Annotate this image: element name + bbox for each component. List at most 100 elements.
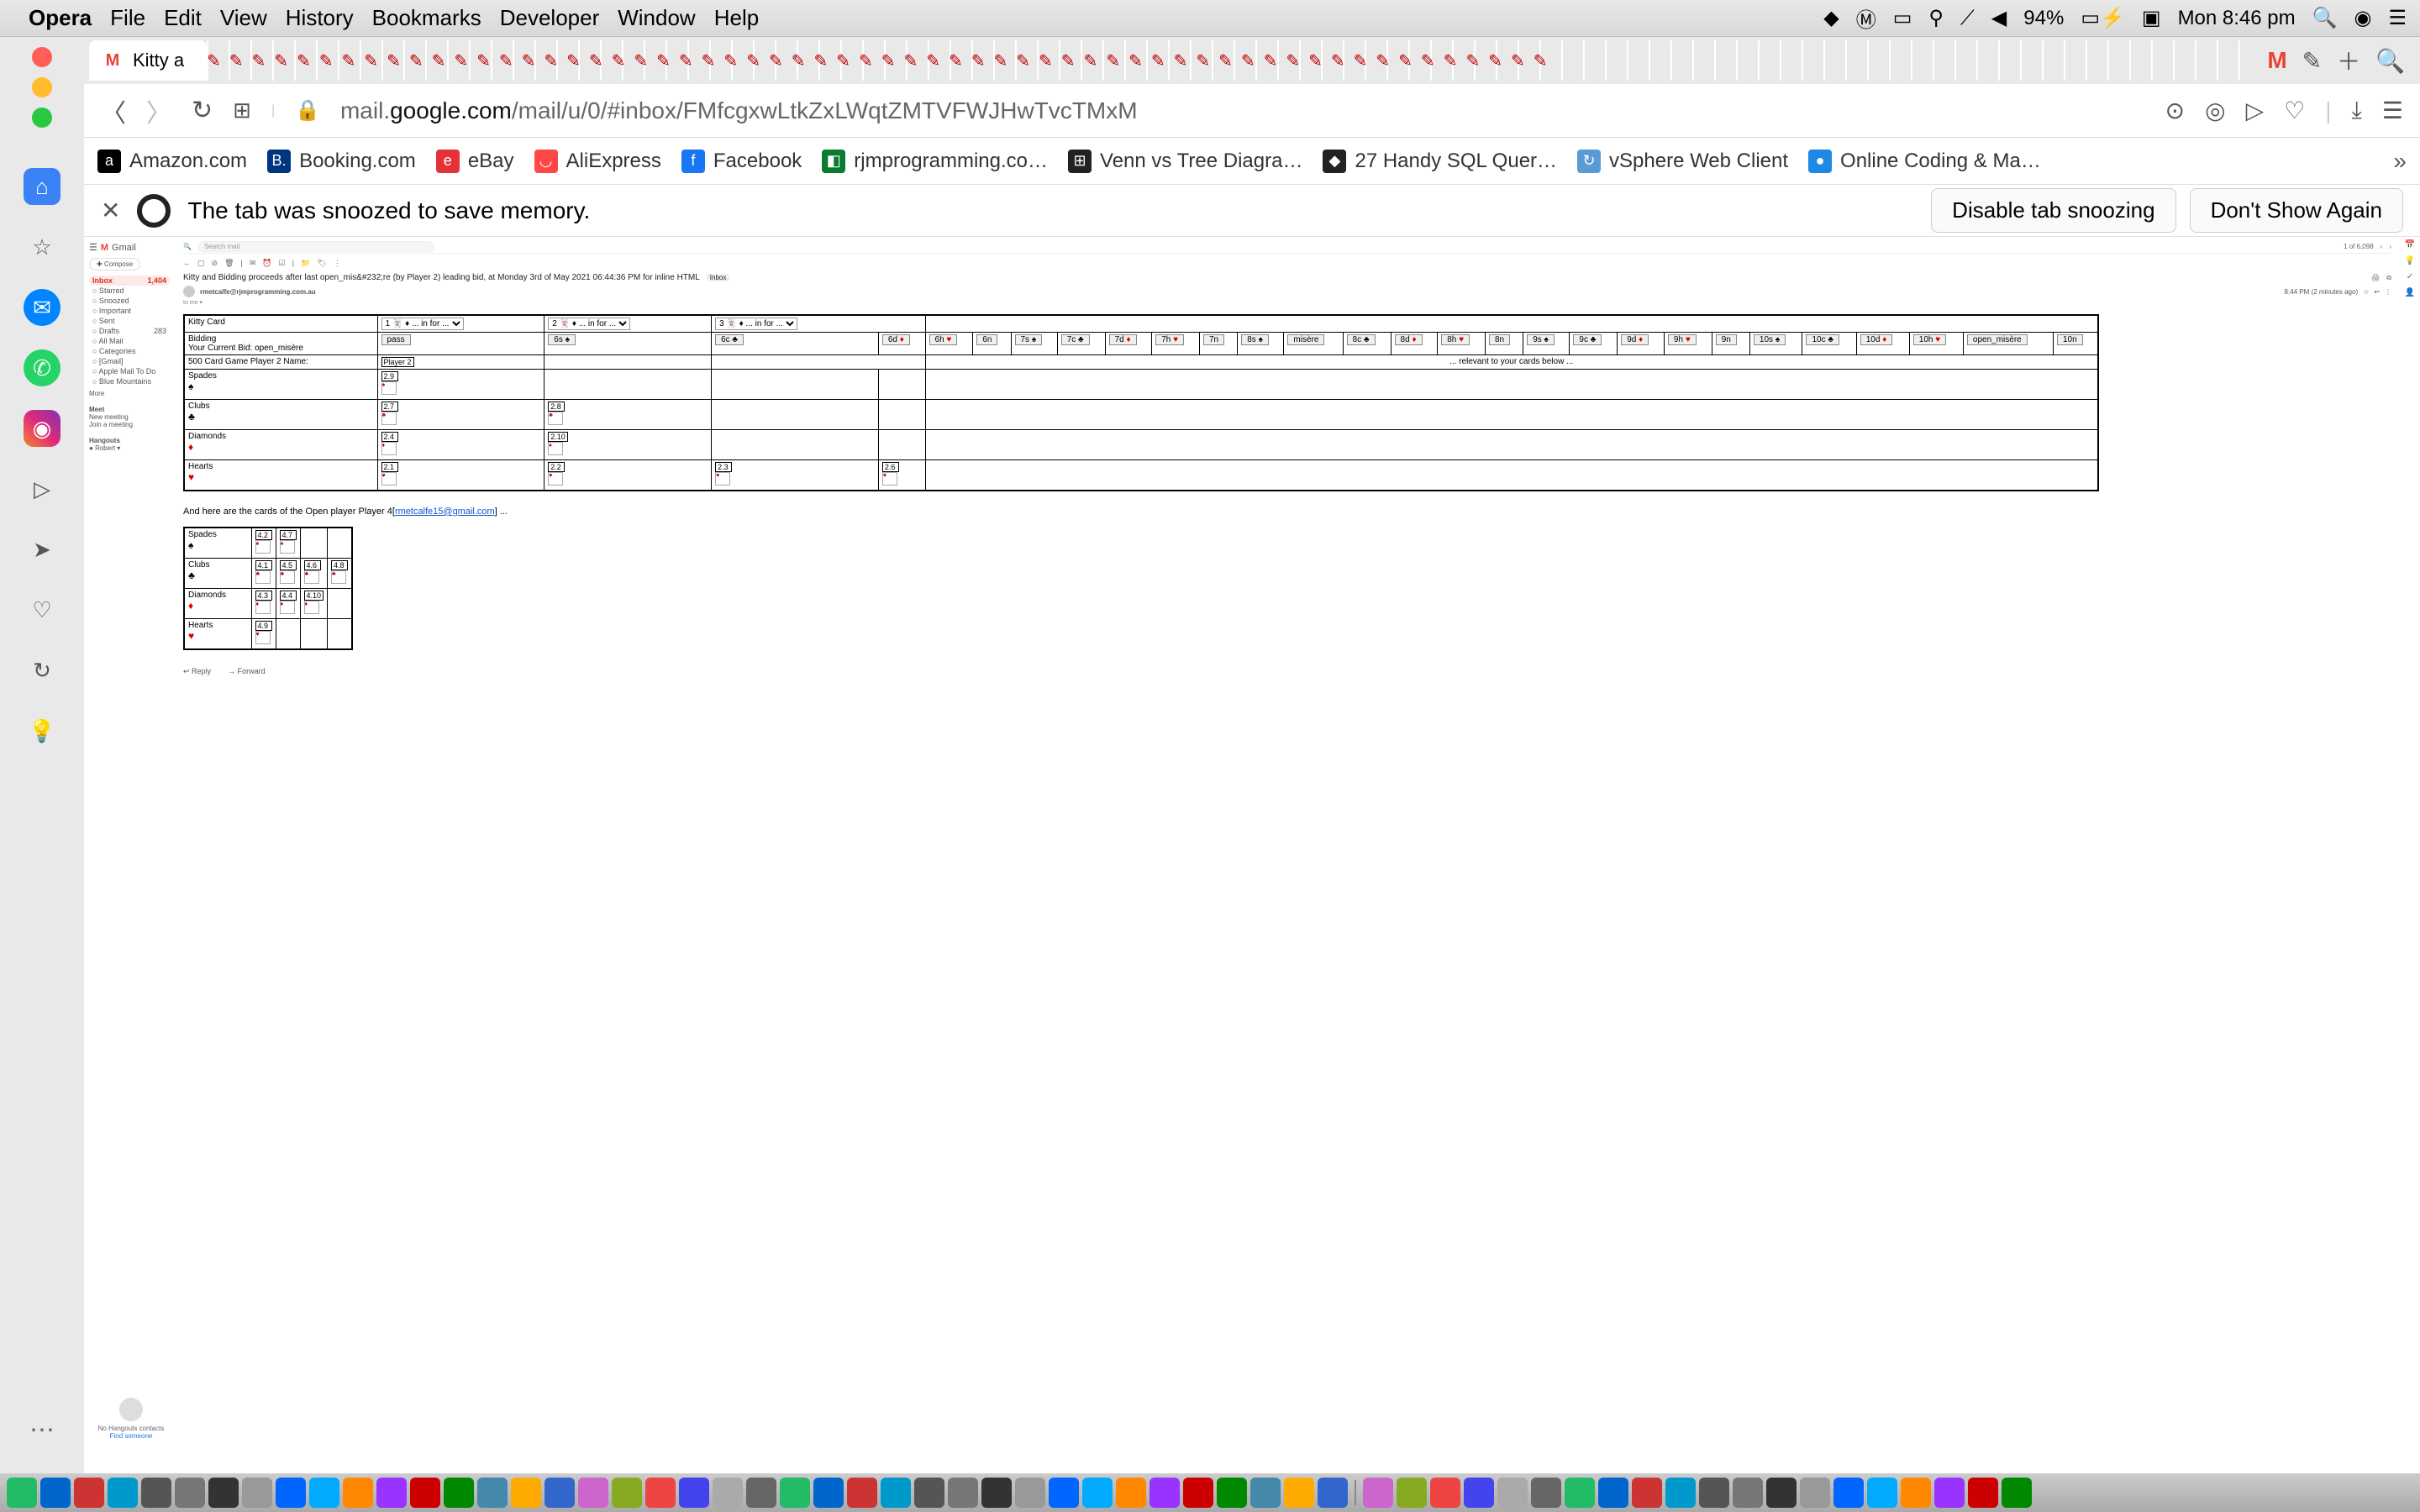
card-cell[interactable]: 2.1 bbox=[381, 462, 398, 472]
dock-app-icon[interactable] bbox=[544, 1478, 575, 1508]
snooze-icon[interactable]: ⏰ bbox=[262, 259, 271, 268]
bid-button[interactable]: 9c ♣ bbox=[1573, 334, 1602, 345]
dock-app-icon[interactable] bbox=[679, 1478, 709, 1508]
bookmark-item[interactable]: ●Online Coding & Ma… bbox=[1808, 150, 2041, 173]
bid-button[interactable]: misère bbox=[1287, 334, 1324, 345]
bookmark-item[interactable]: ◧rjmprogramming.co… bbox=[822, 150, 1048, 173]
menu-developer[interactable]: Developer bbox=[500, 5, 600, 31]
dock-app-icon[interactable] bbox=[645, 1478, 676, 1508]
dock-app-icon[interactable] bbox=[276, 1478, 306, 1508]
speeddial-icon[interactable]: ⊞ bbox=[233, 97, 251, 123]
bid-button[interactable]: 9d ♦ bbox=[1621, 334, 1649, 345]
more-icon[interactable]: ⋮ bbox=[334, 259, 341, 268]
bid-button[interactable]: 8n bbox=[1489, 334, 1510, 345]
gmail-folder[interactable]: ○ All Mail bbox=[89, 336, 170, 346]
more-folders[interactable]: More bbox=[89, 390, 170, 397]
dock-app-icon[interactable] bbox=[612, 1478, 642, 1508]
reload-button[interactable]: ↻ bbox=[192, 96, 213, 125]
menu-extra-icon[interactable]: ☰ bbox=[2388, 6, 2407, 30]
menu-help[interactable]: Help bbox=[714, 5, 759, 31]
bid-button[interactable]: 9h ♥ bbox=[1668, 334, 1697, 345]
dock-app-icon[interactable] bbox=[175, 1478, 205, 1508]
card-cell[interactable]: 4.4 bbox=[280, 591, 297, 601]
dont-show-again-button[interactable]: Don't Show Again bbox=[2190, 188, 2403, 233]
archive-icon[interactable]: ▢ bbox=[197, 259, 205, 268]
meet-new[interactable]: New meeting bbox=[89, 413, 170, 421]
control-center-icon[interactable]: ◉ bbox=[2354, 6, 2372, 30]
dock-app-icon[interactable] bbox=[2002, 1478, 2032, 1508]
bid-button[interactable]: 6h ♥ bbox=[929, 334, 958, 345]
dock-app-icon[interactable] bbox=[1183, 1478, 1213, 1508]
bid-button[interactable]: 7h ♥ bbox=[1155, 334, 1184, 345]
search-input[interactable]: Search mail bbox=[198, 241, 434, 252]
find-someone-link[interactable]: Find someone bbox=[89, 1432, 173, 1440]
dock-app-icon[interactable] bbox=[948, 1478, 978, 1508]
prev-icon[interactable]: ‹ bbox=[2381, 243, 2383, 250]
snapshot-icon[interactable]: ◎ bbox=[2205, 97, 2225, 124]
easy-setup-icon[interactable]: ☰ bbox=[2382, 97, 2403, 124]
gmail-folder[interactable]: ○ Starred bbox=[89, 286, 170, 296]
send-page-icon[interactable]: ▷ bbox=[2246, 97, 2265, 124]
bid-button[interactable]: 9s ♠ bbox=[1527, 334, 1555, 345]
gmail-folder[interactable]: ○ Sent bbox=[89, 316, 170, 326]
card-cell[interactable]: 4.7 bbox=[280, 530, 297, 540]
bookmark-item[interactable]: ◡AliExpress bbox=[534, 150, 661, 173]
dock-app-icon[interactable] bbox=[511, 1478, 541, 1508]
back-icon[interactable]: ← bbox=[183, 259, 191, 268]
compose-button[interactable]: ✚ Compose bbox=[89, 258, 140, 270]
heart-bookmark-icon[interactable]: ♡ bbox=[2284, 97, 2305, 124]
dock-app-icon[interactable] bbox=[1833, 1478, 1864, 1508]
bid-button[interactable]: 7n bbox=[1203, 334, 1224, 345]
card-cell[interactable]: 2.2 bbox=[548, 462, 565, 472]
dock-app-icon[interactable] bbox=[1934, 1478, 1965, 1508]
dock-app-icon[interactable] bbox=[1363, 1478, 1393, 1508]
lock-icon[interactable]: 🔒 bbox=[295, 98, 320, 123]
bookmark-item[interactable]: ⊞Venn vs Tree Diagra… bbox=[1068, 150, 1302, 173]
gmail-logo[interactable]: ☰ M Gmail bbox=[89, 242, 170, 253]
dock-app-icon[interactable] bbox=[1632, 1478, 1662, 1508]
new-tab-button[interactable]: ＋ bbox=[2337, 44, 2360, 77]
calendar-icon[interactable]: 📅 bbox=[2405, 240, 2415, 249]
kitty-select-2[interactable]: 2 🃏 ♦ ... in for ... bbox=[548, 318, 630, 330]
dock-app-icon[interactable] bbox=[108, 1478, 138, 1508]
dock-app-icon[interactable] bbox=[1116, 1478, 1146, 1508]
bid-button[interactable]: 8d ♦ bbox=[1395, 334, 1423, 345]
bid-button[interactable]: 8c ♣ bbox=[1347, 334, 1376, 345]
more-icon[interactable]: ⋮ bbox=[2385, 288, 2391, 296]
menu-bookmarks[interactable]: Bookmarks bbox=[372, 5, 481, 31]
spotlight-icon[interactable]: 🔍 bbox=[2312, 6, 2338, 30]
dock-app-icon[interactable] bbox=[780, 1478, 810, 1508]
bookmark-item[interactable]: aAmazon.com bbox=[97, 150, 247, 173]
bid-button[interactable]: pass bbox=[381, 334, 411, 345]
dock-app-icon[interactable] bbox=[1766, 1478, 1797, 1508]
bid-button[interactable]: 10d ♦ bbox=[1860, 334, 1893, 345]
gmail-folder[interactable]: ○ Apple Mail To Do bbox=[89, 366, 170, 376]
bid-button[interactable]: 10c ♣ bbox=[1806, 334, 1839, 345]
dock-app-icon[interactable] bbox=[1968, 1478, 1998, 1508]
task-icon[interactable]: ☑ bbox=[279, 259, 286, 268]
dock-app-icon[interactable] bbox=[1217, 1478, 1247, 1508]
home-icon[interactable]: ⌂ bbox=[24, 168, 60, 205]
dock-app-icon[interactable] bbox=[1464, 1478, 1494, 1508]
forward-button[interactable]: → Forward bbox=[228, 667, 266, 676]
dock-app-icon[interactable] bbox=[343, 1478, 373, 1508]
heart-icon[interactable]: ♡ bbox=[24, 591, 60, 628]
app-name[interactable]: Opera bbox=[29, 5, 92, 31]
dock-app-icon[interactable] bbox=[1397, 1478, 1427, 1508]
move-icon[interactable]: 📁 bbox=[301, 259, 310, 268]
dock-app-icon[interactable] bbox=[1430, 1478, 1460, 1508]
messenger-icon[interactable]: ✉ bbox=[24, 289, 60, 326]
bid-button[interactable]: 8s ♠ bbox=[1241, 334, 1269, 345]
search-in-page-icon[interactable]: ⊙ bbox=[2165, 97, 2185, 124]
send-icon[interactable]: ➤ bbox=[24, 531, 60, 568]
dock-app-icon[interactable] bbox=[1565, 1478, 1595, 1508]
whatsapp-icon[interactable]: ✆ bbox=[24, 349, 60, 386]
bid-button[interactable]: 7d ♦ bbox=[1109, 334, 1137, 345]
tasks-icon[interactable]: ✓ bbox=[2407, 272, 2413, 281]
card-cell[interactable]: 4.5 bbox=[280, 560, 297, 570]
label-icon[interactable]: 🏷 bbox=[317, 259, 326, 268]
kitty-select-3[interactable]: 3 🃏 ♦ ... in for ... bbox=[715, 318, 797, 330]
bid-button[interactable]: open_misère bbox=[1967, 334, 2028, 345]
inbox-label[interactable]: Inbox bbox=[707, 274, 730, 281]
open-player-email[interactable]: rmetcalfe15@gmail.com bbox=[395, 507, 495, 517]
